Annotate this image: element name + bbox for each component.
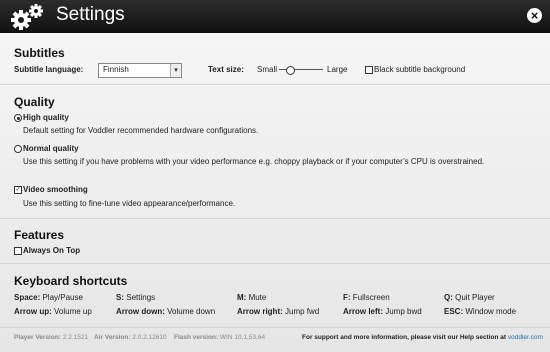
always-on-top-label: Always On Top	[23, 246, 81, 255]
close-icon[interactable]: ×	[527, 8, 542, 23]
air-version: Air Version: 2.0.2.12610	[94, 334, 167, 341]
shortcut-arrow-right: Arrow right: Jump fwd	[237, 307, 320, 316]
subtitle-language-value: Finnish	[103, 65, 129, 74]
shortcuts-section: Keyboard shortcuts Space: Play/Pause S: …	[0, 264, 550, 328]
gears-icon	[11, 4, 43, 30]
window-title: Settings	[56, 4, 125, 25]
shortcut-s: S: Settings	[116, 293, 156, 302]
subtitles-section: Subtitles Subtitle language: Text size: …	[0, 33, 550, 85]
shortcut-space: Space: Play/Pause	[14, 293, 83, 302]
black-background-label: Black subtitle background	[374, 65, 466, 74]
high-quality-label: High quality	[23, 113, 69, 122]
text-size-label: Text size:	[208, 65, 244, 74]
subtitle-language-label: Subtitle language:	[14, 65, 84, 74]
normal-quality-label: Normal quality	[23, 144, 79, 153]
normal-quality-radio[interactable]	[14, 145, 22, 153]
shortcut-f: F: Fullscreen	[343, 293, 390, 302]
video-smoothing-description: Use this setting to fine-tune video appe…	[23, 199, 236, 208]
quality-section: Quality High quality Default setting for…	[0, 85, 550, 219]
player-version: Player Version: 2.2.1521	[14, 334, 89, 341]
settings-window: Settings × Subtitles Subtitle language: …	[0, 0, 550, 352]
high-quality-radio[interactable]	[14, 114, 22, 122]
video-smoothing-label: Video smoothing	[23, 185, 88, 194]
text-size-slider[interactable]	[279, 66, 323, 75]
shortcut-esc: ESC: Window mode	[444, 307, 517, 316]
subtitles-heading: Subtitles	[14, 46, 65, 60]
text-size-large-label: Large	[327, 65, 348, 74]
video-smoothing-checkbox[interactable]: ✓	[14, 186, 22, 194]
features-heading: Features	[14, 228, 65, 242]
title-bar: Settings ×	[0, 0, 550, 33]
help-link[interactable]: voddler.com	[508, 334, 543, 341]
subtitle-language-select[interactable]: Finnish ▾	[98, 63, 182, 78]
support-text: For support and more information, please…	[302, 334, 543, 341]
shortcut-q: Q: Quit Player	[444, 293, 495, 302]
always-on-top-checkbox[interactable]	[14, 247, 22, 255]
shortcut-arrow-left: Arrow left: Jump bwd	[343, 307, 422, 316]
high-quality-description: Default setting for Voddler recommended …	[23, 126, 259, 135]
normal-quality-description: Use this setting if you have problems wi…	[23, 157, 485, 166]
shortcut-m: M: Mute	[237, 293, 267, 302]
black-background-checkbox[interactable]	[365, 66, 373, 74]
shortcut-arrow-down: Arrow down: Volume down	[116, 307, 216, 316]
text-size-small-label: Small	[257, 65, 278, 74]
chevron-down-icon: ▾	[170, 64, 181, 77]
shortcuts-heading: Keyboard shortcuts	[14, 274, 128, 288]
shortcut-arrow-up: Arrow up: Volume up	[14, 307, 92, 316]
flash-version: Flash version: WIN 10,1,53,64	[174, 334, 266, 341]
quality-heading: Quality	[14, 95, 55, 109]
features-section: Features Always On Top	[0, 219, 550, 264]
slider-thumb[interactable]	[286, 66, 295, 75]
